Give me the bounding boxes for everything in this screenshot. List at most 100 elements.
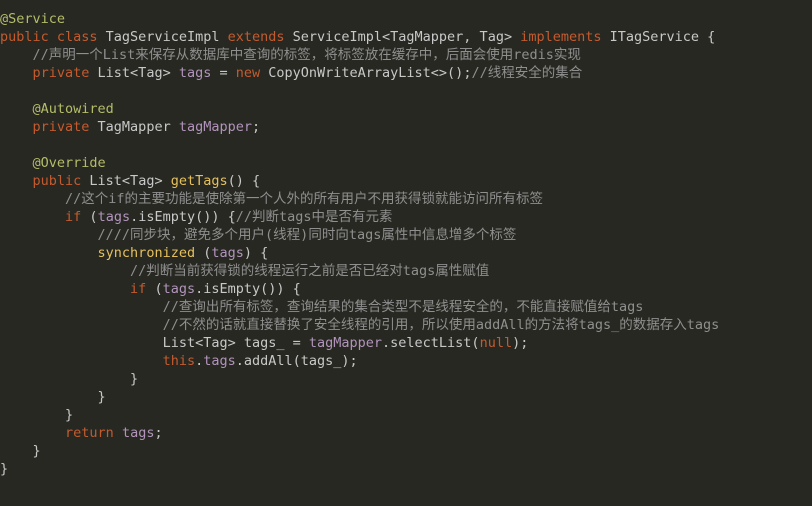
code-token: } bbox=[0, 389, 106, 405]
code-token: ////同步块，避免多个用户(线程)同时向tags属性中信息增多个标签 bbox=[97, 227, 517, 243]
code-token: ServiceImpl<TagMapper, Tag> bbox=[292, 29, 521, 45]
code-token: //不然的话就直接替换了安全线程的引用，所以使用addAll的方法将tags_的… bbox=[162, 317, 720, 333]
code-token: .selectList( bbox=[382, 335, 480, 351]
code-token: } bbox=[0, 371, 139, 387]
code-token: extends bbox=[227, 29, 293, 45]
code-line[interactable]: //这个if的主要功能是使除第一个人外的所有用户不用获得锁就能访问所有标签 bbox=[0, 190, 719, 208]
code-line[interactable]: @Autowired bbox=[0, 100, 719, 118]
code-line[interactable]: //不然的话就直接替换了安全线程的引用，所以使用addAll的方法将tags_的… bbox=[0, 316, 720, 334]
code-token: tags bbox=[178, 65, 212, 81]
code-token: tags bbox=[97, 209, 131, 225]
code-token: } bbox=[0, 443, 41, 459]
code-token: ) { bbox=[243, 245, 269, 261]
code-token: //线程安全的集合 bbox=[471, 65, 583, 81]
code-token: List<Tag> tags_ = bbox=[162, 335, 309, 351]
code-token: if bbox=[65, 209, 90, 225]
code-token: ; bbox=[251, 119, 261, 135]
code-editor[interactable]: @Service public class TagServiceImpl exte… bbox=[0, 0, 812, 506]
code-token: this bbox=[162, 353, 196, 369]
code-line[interactable]: this.tags.addAll(tags_); bbox=[0, 352, 719, 370]
code-line[interactable]: return tags; bbox=[0, 424, 719, 442]
code-token: public class bbox=[0, 29, 106, 45]
code-line[interactable]: public class TagServiceImpl extends Serv… bbox=[0, 28, 719, 46]
code-token: null bbox=[479, 335, 513, 351]
code-token: //这个if的主要功能是使除第一个人外的所有用户不用获得锁就能访问所有标签 bbox=[65, 191, 544, 207]
code-line[interactable]: public List<Tag> getTags() { bbox=[0, 172, 719, 190]
code-line[interactable]: } bbox=[0, 460, 719, 478]
code-token: private bbox=[32, 119, 98, 135]
code-line[interactable]: synchronized (tags) { bbox=[0, 244, 719, 262]
code-token: synchronized bbox=[97, 245, 204, 261]
code-token: private bbox=[32, 65, 98, 81]
code-line[interactable]: private TagMapper tagMapper; bbox=[0, 118, 719, 136]
code-token: new bbox=[235, 65, 269, 81]
code-token: implements bbox=[520, 29, 610, 45]
code-token: } bbox=[0, 407, 74, 423]
code-line[interactable] bbox=[0, 82, 719, 100]
code-token: ( bbox=[154, 281, 163, 297]
code-token: ( bbox=[89, 209, 98, 225]
code-token: ITagService { bbox=[609, 29, 716, 45]
code-token: //声明一个List来保存从数据库中查询的标签，将标签放在缓存中，后面会使用re… bbox=[32, 47, 581, 63]
code-token: } bbox=[0, 461, 9, 477]
code-token: getTags bbox=[170, 173, 228, 189]
code-line[interactable]: private List<Tag> tags = new CopyOnWrite… bbox=[0, 64, 719, 82]
code-token: List<Tag> bbox=[97, 65, 179, 81]
code-token: TagMapper bbox=[97, 119, 179, 135]
code-line[interactable]: //判断当前获得锁的线程运行之前是否已经对tags属性赋值 bbox=[0, 262, 719, 280]
code-line[interactable]: } bbox=[0, 388, 719, 406]
code-token: return bbox=[65, 425, 122, 441]
code-token: tags bbox=[162, 281, 196, 297]
code-token: //判断当前获得锁的线程运行之前是否已经对tags属性赋值 bbox=[130, 263, 490, 279]
code-line[interactable] bbox=[0, 136, 719, 154]
code-line[interactable]: if (tags.isEmpty()) { bbox=[0, 280, 719, 298]
code-token: = bbox=[211, 65, 236, 81]
code-token: tagMapper bbox=[178, 119, 252, 135]
code-token: //查询出所有标签，查询结果的集合类型不是线程安全的，不能直接赋值给tags bbox=[162, 299, 644, 315]
code-token: @Override bbox=[32, 155, 106, 171]
code-line[interactable]: } bbox=[0, 406, 719, 424]
code-line[interactable]: } bbox=[0, 370, 719, 388]
code-token: CopyOnWriteArrayList<>(); bbox=[268, 65, 472, 81]
code-token: public bbox=[32, 173, 90, 189]
code-line[interactable]: ////同步块，避免多个用户(线程)同时向tags属性中信息增多个标签 bbox=[0, 226, 719, 244]
code-line[interactable]: @Override bbox=[0, 154, 719, 172]
code-token: tags bbox=[203, 353, 236, 369]
code-token: ); bbox=[512, 335, 529, 351]
code-line[interactable]: if (tags.isEmpty()) {//判断tags中是否有元素 bbox=[0, 208, 719, 226]
code-token: if bbox=[130, 281, 155, 297]
code-token: TagServiceImpl bbox=[105, 29, 228, 45]
code-line[interactable]: List<Tag> tags_ = tagMapper.selectList(n… bbox=[0, 334, 719, 352]
code-token: () { bbox=[227, 173, 261, 189]
code-token: //判断tags中是否有元素 bbox=[235, 209, 393, 225]
code-token: @Service bbox=[0, 11, 66, 27]
code-line[interactable]: } bbox=[0, 442, 719, 460]
code-line[interactable]: @Service bbox=[0, 10, 719, 28]
code-token: ; bbox=[154, 425, 163, 441]
code-line[interactable]: //声明一个List来保存从数据库中查询的标签，将标签放在缓存中，后面会使用re… bbox=[0, 46, 719, 64]
code-token: . bbox=[195, 353, 204, 369]
code-token: .isEmpty()) { bbox=[130, 209, 236, 225]
code-area[interactable]: @Service public class TagServiceImpl exte… bbox=[0, 10, 719, 478]
code-token: @Autowired bbox=[32, 101, 114, 117]
code-token: .isEmpty()) { bbox=[195, 281, 301, 297]
code-token: tags bbox=[211, 245, 244, 261]
code-token: tags bbox=[121, 425, 155, 441]
code-line[interactable]: //查询出所有标签，查询结果的集合类型不是线程安全的，不能直接赋值给tags bbox=[0, 298, 719, 316]
code-token: .addAll(tags_); bbox=[235, 353, 358, 369]
